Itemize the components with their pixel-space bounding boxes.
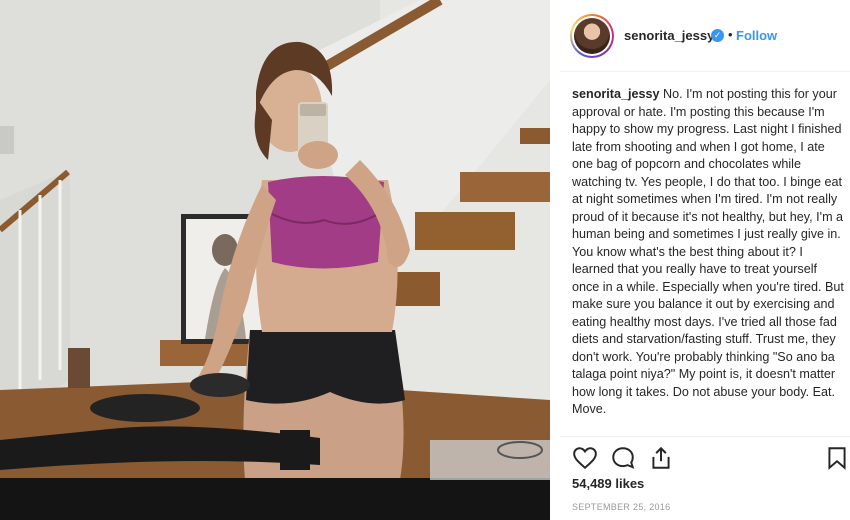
post-side-panel: senorita_jessy ✓ • Follow senorita_jessy… [560,0,850,520]
follow-button[interactable]: Follow [736,28,777,43]
post-header: senorita_jessy ✓ • Follow [560,0,850,72]
post-caption: senorita_jessy No. I'm not posting this … [572,86,844,436]
post-date: SEPTEMBER 25, 2016 [572,502,671,512]
comment-icon[interactable] [610,445,636,471]
heart-icon[interactable] [572,445,598,471]
separator-dot: • [728,27,733,42]
post-photo [0,0,550,520]
share-icon[interactable] [648,445,674,471]
post-actions-bar [560,436,850,474]
mirror-selfie-image [0,0,550,520]
verified-check-icon: ✓ [711,29,724,42]
bookmark-icon[interactable] [824,445,850,471]
avatar[interactable] [570,14,614,58]
like-count[interactable]: 54,489 likes [572,476,644,491]
caption-text: No. I'm not posting this for your approv… [572,87,844,416]
avatar-ring [572,16,612,56]
avatar-photo [574,18,610,54]
post-username[interactable]: senorita_jessy [624,28,714,43]
caption-username[interactable]: senorita_jessy [572,87,660,101]
